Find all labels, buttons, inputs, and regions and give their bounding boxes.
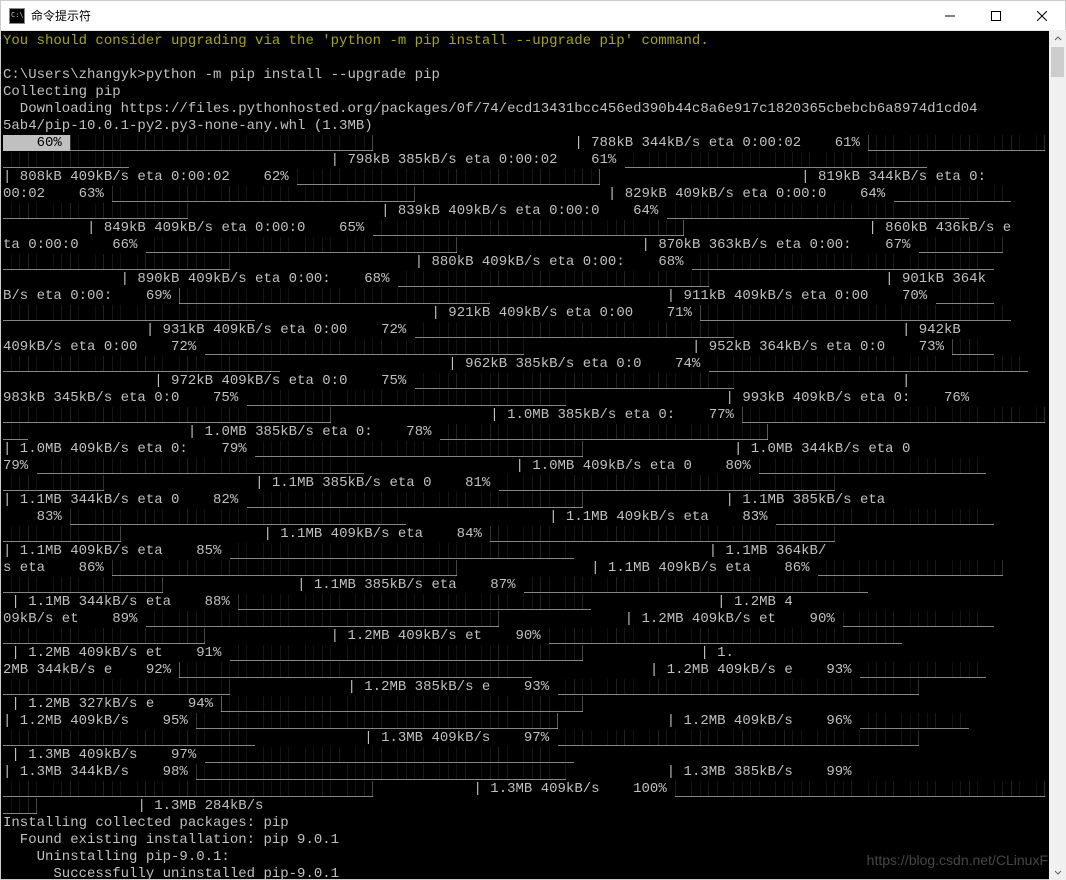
progress-line: 83% ████████████████████████████████████…	[3, 509, 1065, 526]
progress-line: 60% ████████████████████████████████████…	[3, 135, 1065, 152]
progress-line: ████ | 1.3MB 284kB/s	[3, 798, 1065, 815]
progress-line: | 1.2MB 409kB/s et 91% █████████████████…	[3, 645, 1065, 662]
progress-line: | 1.1MB 409kB/s eta 85% ████████████████…	[3, 543, 1065, 560]
prompt-line: C:\Users\zhangyk>python -m pip install -…	[3, 67, 1065, 84]
progress-line: | 1.1MB 344kB/s eta 88% ████████████████…	[3, 594, 1065, 611]
progress-line: B/s eta 0:00: 69% ██████████████████████…	[3, 288, 1065, 305]
maximize-button[interactable]	[973, 1, 1019, 31]
progress-line: 00:02 63% ██████████████████████████████…	[3, 186, 1065, 203]
watermark: https://blog.csdn.net/CLinuxF	[867, 852, 1048, 868]
progress-line: ███ | 1.0MB 385kB/s eta 0: 78% █████████…	[3, 424, 1065, 441]
progress-line: ███████████████ | 798kB 385kB/s eta 0:00…	[3, 152, 1065, 169]
scroll-down-button[interactable]	[1049, 863, 1066, 880]
progress-line: ██████████████ | 1.1MB 409kB/s eta 84% █…	[3, 526, 1065, 543]
minimize-button[interactable]	[927, 1, 973, 31]
titlebar[interactable]: 命令提示符	[1, 1, 1065, 31]
progress-line: ████████████████████████ | 1.2MB 409kB/s…	[3, 628, 1065, 645]
pip-warning: You should consider upgrading via the 'p…	[3, 33, 1065, 50]
command-prompt-window: 命令提示符 You should consider upgrading via …	[0, 0, 1066, 880]
blank-line	[3, 50, 1065, 67]
window-controls	[927, 1, 1065, 31]
progress-line: ta 0:00:0 66% ██████████████████████████…	[3, 237, 1065, 254]
progress-line: | 849kB 409kB/s eta 0:00:0 65% █████████…	[3, 220, 1065, 237]
progress-line: | 890kB 409kB/s eta 0:00: 68% ██████████…	[3, 271, 1065, 288]
progress-line: ███████████████████████████████████████ …	[3, 407, 1065, 424]
progress-line: 09kB/s et 89% ██████████████████████████…	[3, 611, 1065, 628]
progress-line: | 972kB 409kB/s eta 0:0 75% ████████████…	[3, 373, 1065, 390]
progress-line: | 1.3MB 409kB/s 97% ████████████████████…	[3, 747, 1065, 764]
progress-line: ██████████████████████████████ | 921kB 4…	[3, 305, 1065, 322]
download-line-2: 5ab4/pip-10.0.1-py2.py3-none-any.whl (1.…	[3, 118, 1065, 135]
download-line: Downloading https://files.pythonhosted.o…	[3, 101, 1065, 118]
collecting-line: Collecting pip	[3, 84, 1065, 101]
progress-line: | 931kB 409kB/s eta 0:00 72% ███████████…	[3, 322, 1065, 339]
window-title: 命令提示符	[31, 7, 91, 24]
progress-line: ████████████████████████████████████████…	[3, 781, 1065, 798]
progress-line: ███████████████████ | 1.1MB 385kB/s eta …	[3, 577, 1065, 594]
progress-line: s eta 86% ██████████████████████████████…	[3, 560, 1065, 577]
progress-line: | 1.2MB 409kB/s 95% ████████████████████…	[3, 713, 1065, 730]
progress-line: █████████████████████████████████ | 962k…	[3, 356, 1065, 373]
progress-line: ██████████████████████ | 839kB 409kB/s e…	[3, 203, 1065, 220]
progress-line: | 1.1MB 344kB/s eta 0 82% ██████████████…	[3, 492, 1065, 509]
progress-line: ██████████████████████████████ | 1.3MB 4…	[3, 730, 1065, 747]
cmd-icon	[9, 8, 25, 24]
scrollbar-thumb[interactable]	[1051, 47, 1064, 77]
progress-line: | 808kB 409kB/s eta 0:00:02 62% ████████…	[3, 169, 1065, 186]
progress-line: ███████████████████████████ | 880kB 409k…	[3, 254, 1065, 271]
progress-line: | 1.0MB 409kB/s eta 0: 79% █████████████…	[3, 441, 1065, 458]
progress-line: | 1.3MB 344kB/s 98% ████████████████████…	[3, 764, 1065, 781]
found-line: Found existing installation: pip 9.0.1	[3, 832, 1065, 849]
terminal-output[interactable]: You should consider upgrading via the 'p…	[1, 31, 1065, 879]
installing-line: Installing collected packages: pip	[3, 815, 1065, 832]
progress-line: | 1.2MB 327kB/s e 94% ██████████████████…	[3, 696, 1065, 713]
close-button[interactable]	[1019, 1, 1065, 31]
progress-line: 2MB 344kB/s e 92% ██████████████████████…	[3, 662, 1065, 679]
scrollbar-track[interactable]	[1049, 47, 1066, 863]
scroll-up-button[interactable]	[1049, 30, 1066, 47]
progress-line: ████████████ | 1.1MB 385kB/s eta 0 81% █…	[3, 475, 1065, 492]
progress-line: ███████████████████████████ | 1.2MB 385k…	[3, 679, 1065, 696]
vertical-scrollbar[interactable]	[1049, 30, 1066, 880]
progress-line: 983kB 345kB/s eta 0:0 75% ██████████████…	[3, 390, 1065, 407]
progress-line: 409kB/s eta 0:00 72% ███████████████████…	[3, 339, 1065, 356]
progress-bars: 60% ████████████████████████████████████…	[3, 135, 1065, 815]
progress-line: 79% ████████████████████████████████████…	[3, 458, 1065, 475]
